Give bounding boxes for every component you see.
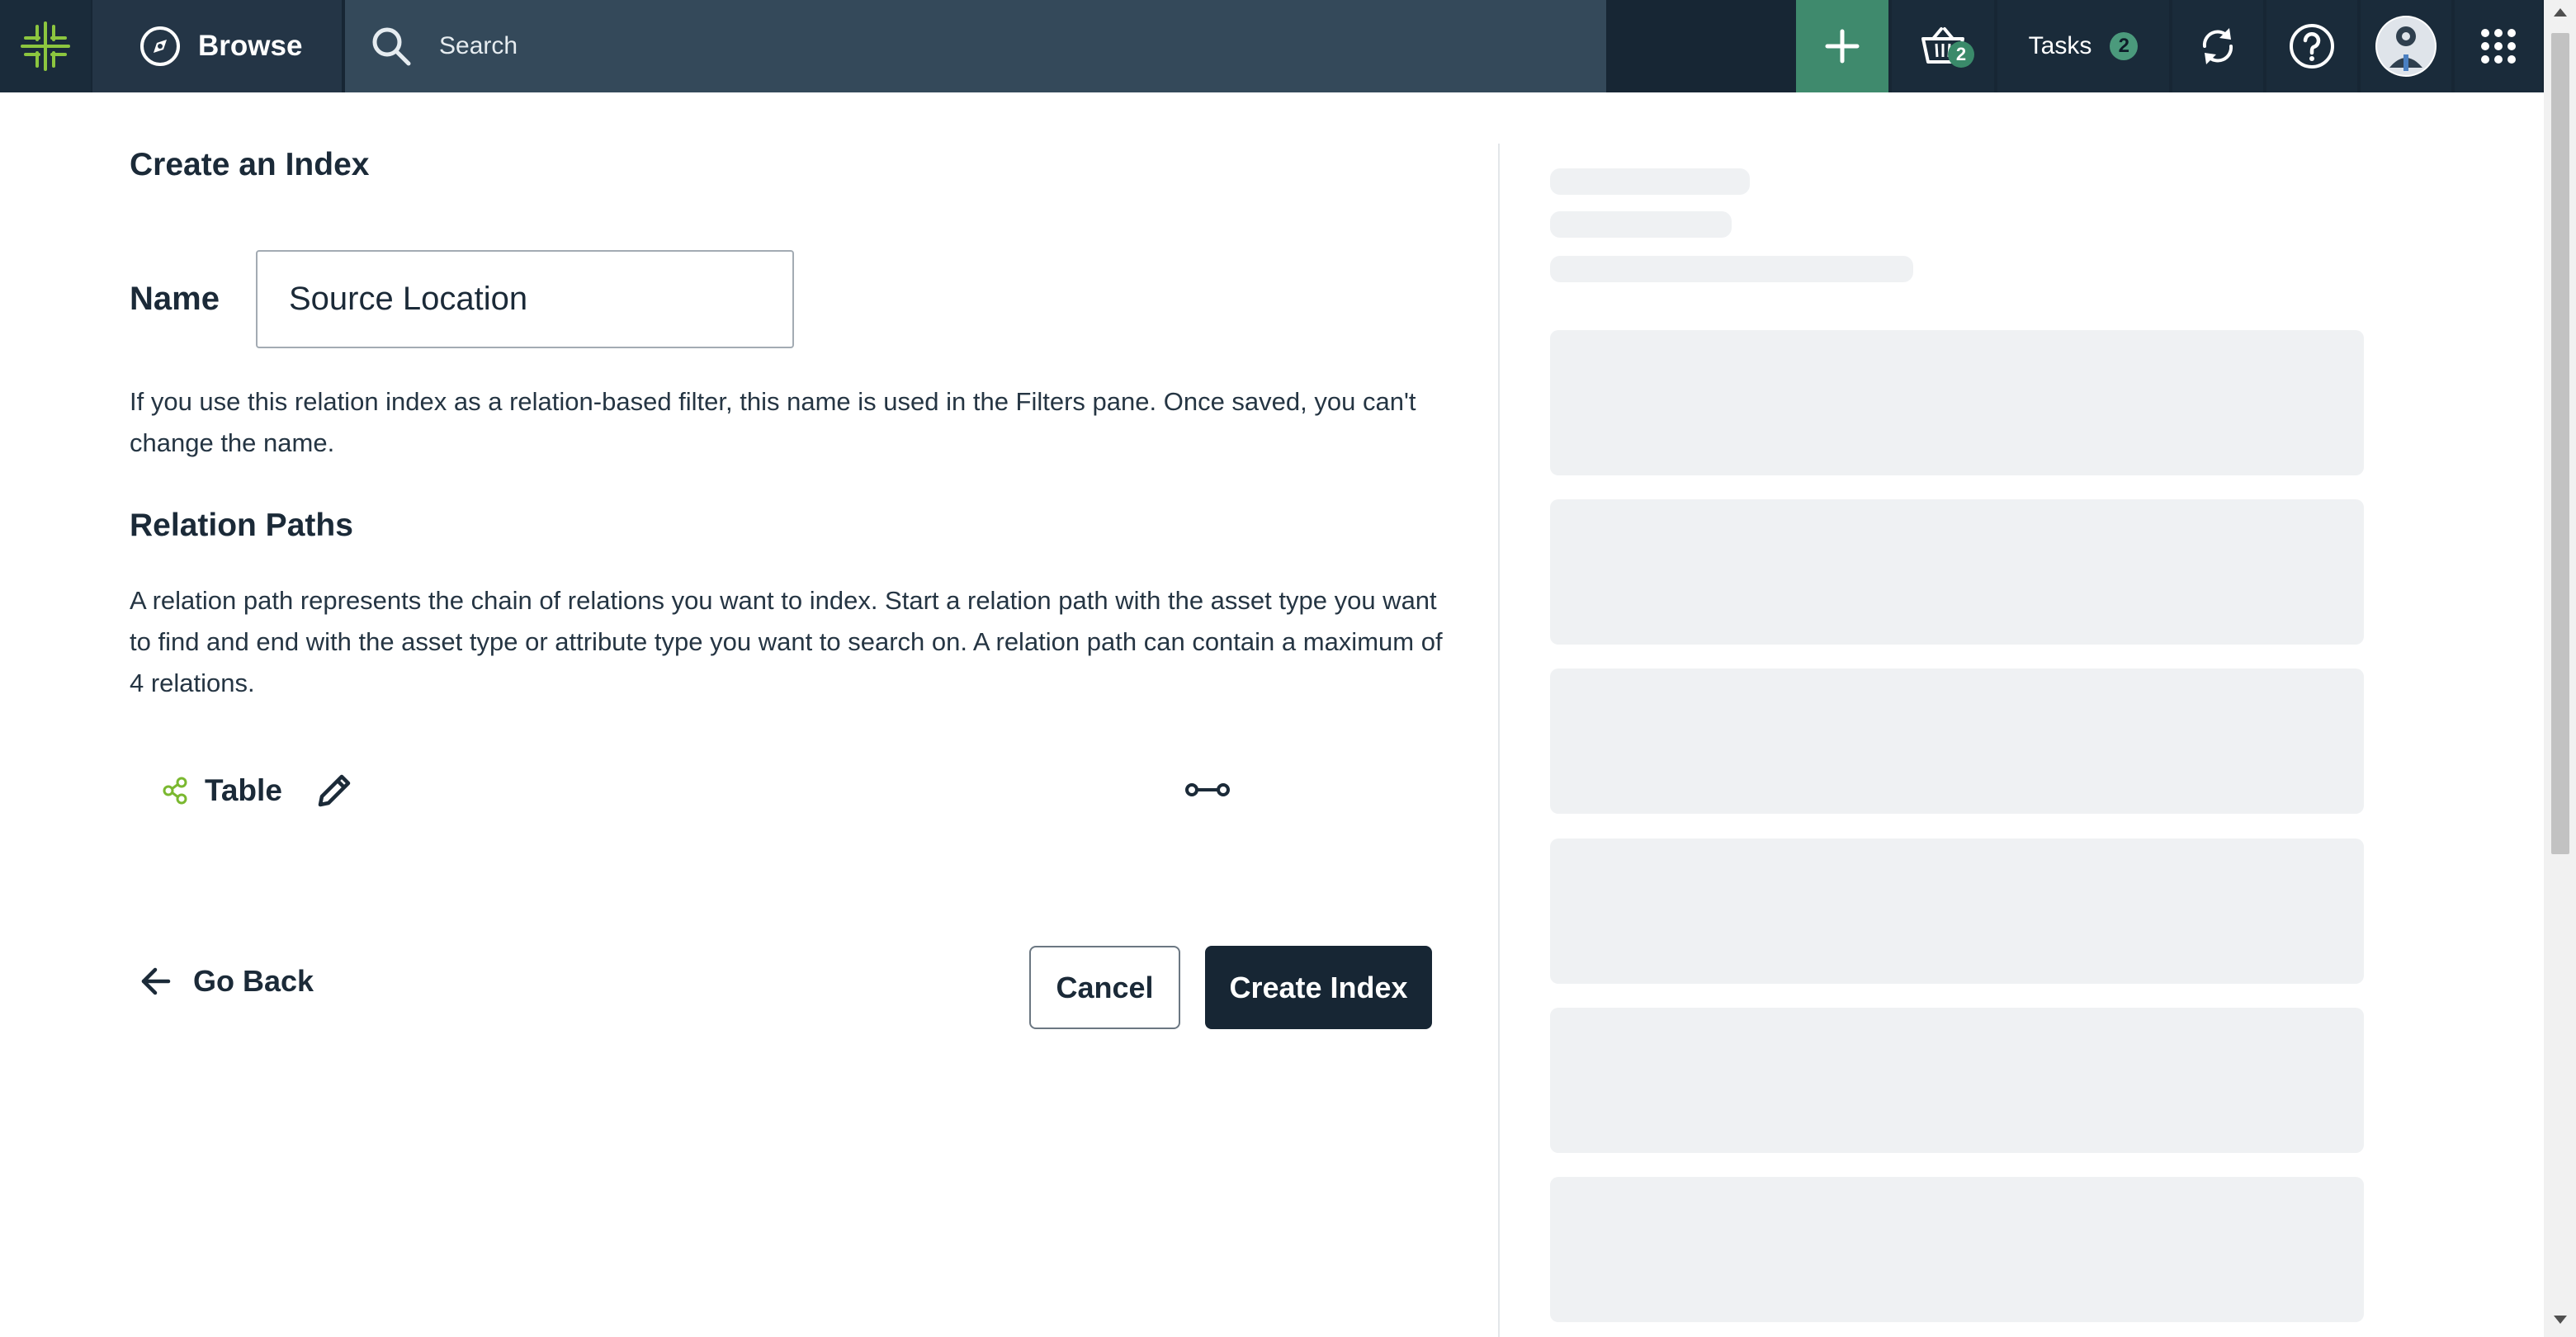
skeleton-line <box>1550 256 1913 282</box>
browse-button[interactable]: Browse <box>92 0 342 92</box>
apps-grid-icon <box>2481 29 2516 64</box>
skeleton-block <box>1550 1177 2364 1322</box>
name-input[interactable] <box>256 250 794 348</box>
sync-button[interactable] <box>2172 0 2263 92</box>
relation-paths-title: Relation Paths <box>130 508 353 543</box>
skeleton-block <box>1550 499 2364 645</box>
sync-icon <box>2202 28 2233 64</box>
logo-icon <box>21 21 70 71</box>
relation-path-start: Table <box>162 766 357 815</box>
search-placeholder: Search <box>439 32 518 59</box>
browse-label: Browse <box>198 30 303 62</box>
relation-link-icon[interactable] <box>1185 780 1230 800</box>
basket-count-badge: 2 <box>1948 41 1974 68</box>
scroll-up-arrow-icon[interactable] <box>2554 8 2567 17</box>
create-new-button[interactable] <box>1796 0 1888 92</box>
name-help-text: If you use this relation index as a rela… <box>130 387 1416 457</box>
tasks-label: Tasks <box>2028 32 2092 59</box>
skeleton-line <box>1550 211 1732 238</box>
basket-button[interactable]: 2 <box>1892 0 1994 92</box>
skeleton-block <box>1550 839 2364 984</box>
skeleton-block <box>1550 1008 2364 1153</box>
go-back-button[interactable]: Go Back <box>139 964 314 999</box>
search-bar[interactable]: Search <box>345 0 1606 92</box>
plus-icon <box>1825 29 1860 64</box>
tasks-button[interactable]: Tasks 2 <box>1997 0 2169 92</box>
help-icon <box>2290 24 2334 69</box>
cancel-button[interactable]: Cancel <box>1029 946 1180 1029</box>
app-switcher-button[interactable] <box>2455 0 2542 92</box>
path-asset-type-label: Table <box>205 773 282 807</box>
create-index-button[interactable]: Create Index <box>1205 946 1432 1029</box>
tasks-count-badge: 2 <box>2110 32 2139 60</box>
avatar <box>2375 16 2437 77</box>
skeleton-block <box>1550 668 2364 814</box>
arrow-left-icon <box>141 967 171 995</box>
compass-icon <box>140 26 180 66</box>
relation-paths-description: A relation path represents the chain of … <box>130 586 1443 697</box>
pencil-icon[interactable] <box>312 768 357 813</box>
skeleton-block <box>1550 330 2364 475</box>
page-title: Create an Index <box>130 147 370 182</box>
vertical-scrollbar[interactable] <box>2544 0 2576 1337</box>
name-label: Name <box>130 281 220 317</box>
panel-divider <box>1498 144 1500 1337</box>
user-menu-button[interactable] <box>2361 0 2451 92</box>
scrollbar-thumb[interactable] <box>2551 33 2569 854</box>
top-navigation-bar: Browse Search 2 Tasks 2 <box>0 0 2576 92</box>
search-icon <box>372 27 411 66</box>
skeleton-line <box>1550 168 1750 195</box>
logo-button[interactable] <box>0 0 91 92</box>
asset-type-icon <box>163 777 187 805</box>
scroll-down-arrow-icon[interactable] <box>2554 1316 2567 1324</box>
go-back-label: Go Back <box>193 964 314 998</box>
help-button[interactable] <box>2266 0 2357 92</box>
